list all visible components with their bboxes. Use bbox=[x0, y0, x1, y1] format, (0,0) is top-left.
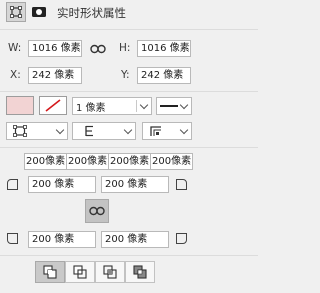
top-left-radius-field[interactable]: 200 像素 bbox=[28, 176, 96, 193]
stroke-align-dropdown[interactable] bbox=[6, 122, 68, 140]
no-stroke-icon bbox=[45, 99, 61, 112]
top-right-radius-field[interactable]: 200 像素 bbox=[101, 176, 169, 193]
exclude-overlap-button[interactable] bbox=[125, 261, 155, 283]
chevron-down-icon bbox=[179, 100, 189, 110]
corner-radius-field-4[interactable]: 200像素 bbox=[150, 153, 193, 170]
cap-icon bbox=[85, 125, 93, 137]
stroke-caps-dropdown[interactable] bbox=[72, 122, 136, 140]
stroke-width-value: 1 像素 bbox=[76, 102, 106, 114]
y-label: Y: bbox=[121, 69, 130, 81]
divider bbox=[0, 91, 258, 92]
mask-icon bbox=[32, 7, 46, 17]
line-style-icon bbox=[160, 105, 178, 107]
tab-mask-properties[interactable] bbox=[29, 2, 49, 22]
link-corners-button[interactable] bbox=[85, 199, 109, 223]
square-shape-icon bbox=[10, 6, 22, 18]
chevron-down-icon bbox=[55, 125, 65, 135]
width-field[interactable]: 1016 像素 bbox=[28, 40, 82, 57]
bottom-right-radius-field[interactable]: 200 像素 bbox=[101, 231, 169, 248]
tab-shape-properties[interactable] bbox=[6, 2, 26, 22]
x-position-field[interactable]: 242 像素 bbox=[28, 67, 82, 84]
intersect-shapes-button[interactable] bbox=[95, 261, 125, 283]
bottom-left-radius-field[interactable]: 200 像素 bbox=[28, 231, 96, 248]
y-position-field[interactable]: 242 像素 bbox=[137, 67, 191, 84]
corner-type-icon bbox=[150, 126, 161, 136]
height-field[interactable]: 1016 像素 bbox=[137, 40, 191, 57]
stroke-color-swatch[interactable] bbox=[39, 96, 67, 115]
corner-bottom-right-icon bbox=[176, 233, 187, 244]
chevron-down-icon bbox=[179, 125, 189, 135]
combine-shapes-button[interactable] bbox=[35, 261, 65, 283]
corner-radius-field-2[interactable]: 200像素 bbox=[66, 153, 109, 170]
fill-color-swatch[interactable] bbox=[6, 96, 34, 115]
intersect-shape-icon bbox=[103, 265, 117, 279]
divider bbox=[0, 255, 258, 256]
link-icon bbox=[89, 206, 105, 216]
link-icon bbox=[90, 44, 106, 53]
chevron-down-icon bbox=[123, 125, 133, 135]
divider bbox=[0, 147, 258, 148]
corner-bottom-left-icon bbox=[7, 233, 18, 244]
stroke-style-dropdown[interactable] bbox=[156, 97, 192, 115]
stroke-width-dropdown[interactable]: 1 像素 bbox=[72, 97, 152, 115]
link-width-height-button[interactable] bbox=[88, 40, 108, 57]
width-label: W: bbox=[8, 42, 22, 54]
divider bbox=[136, 100, 137, 112]
height-label: H: bbox=[119, 42, 131, 54]
divider bbox=[0, 29, 258, 30]
chevron-down-icon bbox=[139, 100, 149, 110]
align-icon bbox=[13, 125, 27, 137]
exclude-overlap-icon bbox=[133, 265, 147, 279]
subtract-shape-icon bbox=[73, 265, 87, 279]
combine-shapes-icon bbox=[43, 265, 57, 279]
x-label: X: bbox=[10, 69, 21, 81]
corner-top-left-icon bbox=[7, 179, 18, 190]
corner-radius-field-1[interactable]: 200像素 bbox=[24, 153, 67, 170]
panel-title: 实时形状属性 bbox=[57, 6, 126, 20]
corner-radius-field-3[interactable]: 200像素 bbox=[108, 153, 151, 170]
corner-type-dropdown[interactable] bbox=[142, 122, 192, 140]
corner-top-right-icon bbox=[176, 179, 187, 190]
subtract-front-shape-button[interactable] bbox=[65, 261, 95, 283]
